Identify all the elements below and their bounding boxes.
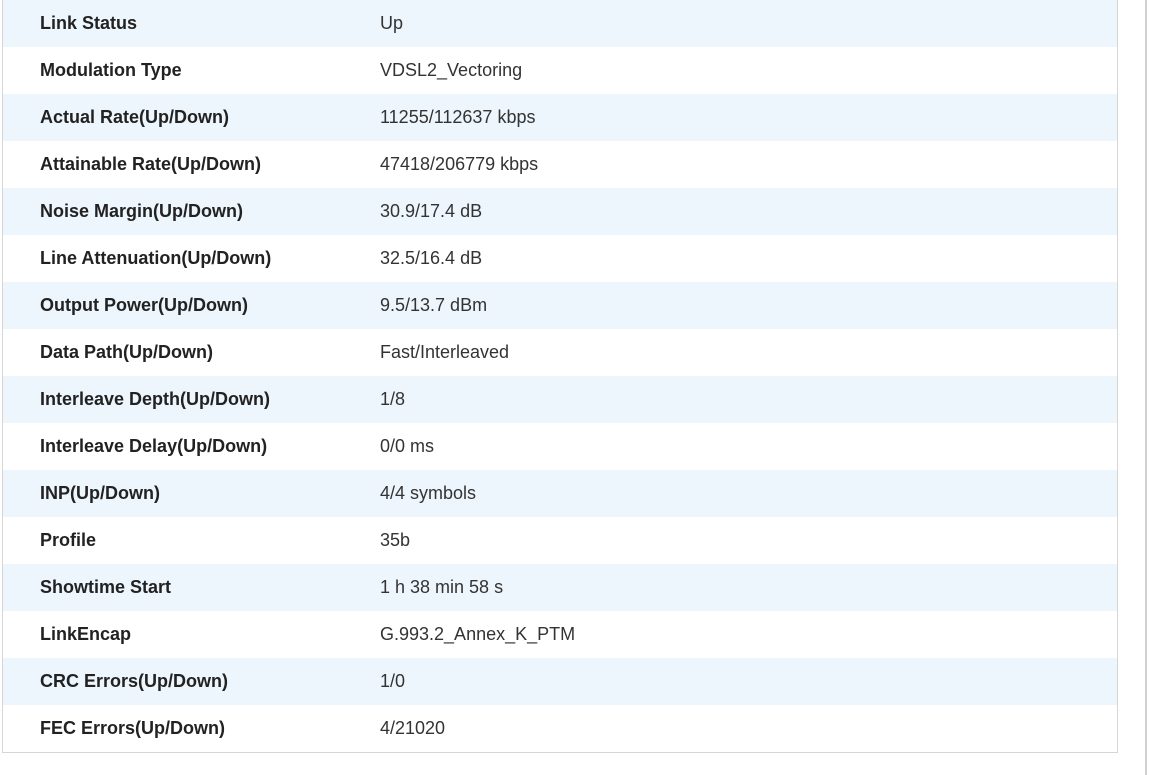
row-value: 4/4 symbols bbox=[380, 470, 1117, 517]
row-value: Fast/Interleaved bbox=[380, 329, 1117, 376]
table-row: Interleave Depth(Up/Down) 1/8 bbox=[3, 376, 1117, 423]
row-value: 9.5/13.7 dBm bbox=[380, 282, 1117, 329]
row-value: 47418/206779 kbps bbox=[380, 141, 1117, 188]
table-row: Profile 35b bbox=[3, 517, 1117, 564]
row-label: Profile bbox=[3, 517, 380, 564]
row-value: 35b bbox=[380, 517, 1117, 564]
table-row: INP(Up/Down) 4/4 symbols bbox=[3, 470, 1117, 517]
row-value: 1/0 bbox=[380, 658, 1117, 705]
row-label: Output Power(Up/Down) bbox=[3, 282, 380, 329]
row-value: 30.9/17.4 dB bbox=[380, 188, 1117, 235]
row-label: Actual Rate(Up/Down) bbox=[3, 94, 380, 141]
table-row: Attainable Rate(Up/Down) 47418/206779 kb… bbox=[3, 141, 1117, 188]
row-value: 1 h 38 min 58 s bbox=[380, 564, 1117, 611]
row-label: Showtime Start bbox=[3, 564, 380, 611]
row-label: LinkEncap bbox=[3, 611, 380, 658]
row-value: 4/21020 bbox=[380, 705, 1117, 752]
row-label: Interleave Depth(Up/Down) bbox=[3, 376, 380, 423]
row-value: VDSL2_Vectoring bbox=[380, 47, 1117, 94]
row-label: Link Status bbox=[3, 0, 380, 47]
table-row: Output Power(Up/Down) 9.5/13.7 dBm bbox=[3, 282, 1117, 329]
table-row: LinkEncap G.993.2_Annex_K_PTM bbox=[3, 611, 1117, 658]
table-row: Actual Rate(Up/Down) 11255/112637 kbps bbox=[3, 94, 1117, 141]
table-row: CRC Errors(Up/Down) 1/0 bbox=[3, 658, 1117, 705]
row-value: 11255/112637 kbps bbox=[380, 94, 1117, 141]
table-row: FEC Errors(Up/Down) 4/21020 bbox=[3, 705, 1117, 752]
row-label: Line Attenuation(Up/Down) bbox=[3, 235, 380, 282]
table-row: Link Status Up bbox=[3, 0, 1117, 47]
row-label: Modulation Type bbox=[3, 47, 380, 94]
row-label: Attainable Rate(Up/Down) bbox=[3, 141, 380, 188]
vertical-scrollbar[interactable] bbox=[1145, 0, 1147, 775]
row-value: 32.5/16.4 dB bbox=[380, 235, 1117, 282]
table-row: Line Attenuation(Up/Down) 32.5/16.4 dB bbox=[3, 235, 1117, 282]
row-label: INP(Up/Down) bbox=[3, 470, 380, 517]
row-value: 0/0 ms bbox=[380, 423, 1117, 470]
dsl-status-panel: Link Status Up Modulation Type VDSL2_Vec… bbox=[2, 0, 1118, 753]
table-row: Interleave Delay(Up/Down) 0/0 ms bbox=[3, 423, 1117, 470]
table-row: Modulation Type VDSL2_Vectoring bbox=[3, 47, 1117, 94]
row-value: Up bbox=[380, 0, 1117, 47]
row-label: CRC Errors(Up/Down) bbox=[3, 658, 380, 705]
row-value: 1/8 bbox=[380, 376, 1117, 423]
table-row: Showtime Start 1 h 38 min 58 s bbox=[3, 564, 1117, 611]
row-label: Noise Margin(Up/Down) bbox=[3, 188, 380, 235]
dsl-status-table: Link Status Up Modulation Type VDSL2_Vec… bbox=[3, 0, 1117, 752]
row-label: FEC Errors(Up/Down) bbox=[3, 705, 380, 752]
row-value: G.993.2_Annex_K_PTM bbox=[380, 611, 1117, 658]
row-label: Interleave Delay(Up/Down) bbox=[3, 423, 380, 470]
row-label: Data Path(Up/Down) bbox=[3, 329, 380, 376]
table-row: Noise Margin(Up/Down) 30.9/17.4 dB bbox=[3, 188, 1117, 235]
table-row: Data Path(Up/Down) Fast/Interleaved bbox=[3, 329, 1117, 376]
